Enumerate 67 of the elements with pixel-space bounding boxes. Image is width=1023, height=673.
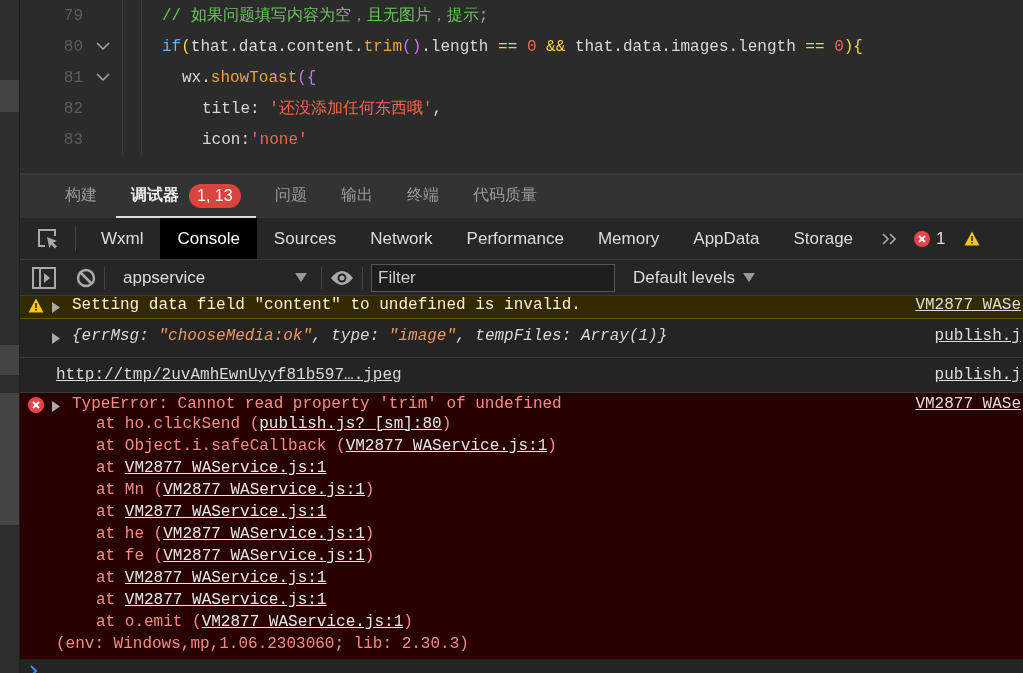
file-link[interactable]: VM2877 WAService.js:1 (201, 613, 404, 631)
error-count: 1 (936, 228, 946, 249)
eye-icon[interactable] (330, 269, 354, 286)
source-link[interactable]: VM2877 WASe (915, 395, 1023, 413)
file-link[interactable]: VM2877 WAService.js:1 (124, 503, 327, 521)
panel-tab[interactable]: 问题 (259, 175, 322, 218)
devtools-tab[interactable]: AppData (676, 218, 777, 259)
stack-line: at VM2877 WAService.js:1 (95, 502, 328, 523)
caret-icon (743, 273, 756, 282)
stack-line: at VM2877 WAService.js:1 (95, 590, 328, 611)
code-line: // 如果问题填写内容为空，且无图片，提示; (161, 5, 489, 26)
file-link[interactable]: VM2877 WAService.js:1 (124, 569, 327, 587)
sidebar-toggle-icon[interactable] (32, 266, 56, 289)
devtools-tab[interactable]: Sources (256, 218, 354, 259)
devtools-tab[interactable]: Storage (776, 218, 871, 259)
source-link[interactable]: VM2877 WASe (915, 296, 1023, 314)
devtools-tab[interactable]: Performance (449, 218, 581, 259)
code-line: title: '还没添加任何东西哦', (201, 98, 443, 119)
code-line: wx.showToast({ (181, 68, 317, 87)
error-icon (914, 230, 931, 247)
panel-tab[interactable]: 代码质量 (457, 175, 552, 218)
env-info: (env: Windows,mp,1.06.2303060; lib: 2.30.3) (56, 634, 470, 655)
devtools-tab[interactable]: Memory (580, 218, 677, 259)
stack-line: at Object.i.safeCallback (VM2877 WAService.js:1) (95, 436, 558, 457)
clear-console-icon[interactable] (76, 267, 96, 288)
levels-dropdown[interactable]: Default levels (627, 266, 762, 289)
expand-triangle-icon[interactable] (52, 302, 60, 313)
file-link[interactable]: VM2877 WAService.js:1 (345, 437, 548, 455)
panel-tab[interactable]: 终端 (391, 175, 454, 218)
expand-triangle-icon[interactable] (52, 333, 60, 344)
url-link[interactable]: http://tmp/2uvAmhEwnUyyf81b597….jpeg (56, 366, 935, 384)
source-link[interactable]: publish.j (934, 366, 1023, 384)
stack-line: at VM2877 WAService.js:1 (95, 568, 328, 589)
stack-line: at fe (VM2877 WAService.js:1) (95, 546, 376, 567)
file-link[interactable]: publish.js? [sm]:80 (259, 415, 442, 433)
stack-line: at VM2877 WAService.js:1 (95, 458, 328, 479)
count-badge: 1, 13 (189, 183, 241, 208)
devtools-tab[interactable]: Network (353, 218, 450, 259)
stack-line: at he (VM2877 WAService.js:1) (95, 524, 376, 545)
fold-chevron-icon[interactable] (95, 42, 110, 51)
panel-tab[interactable]: 输出 (325, 175, 388, 218)
source-link[interactable]: publish.j (934, 327, 1023, 345)
file-link[interactable]: VM2877 WAService.js:1 (163, 525, 365, 543)
inspect-icon[interactable] (36, 227, 59, 250)
file-link[interactable]: VM2877 WAService.js:1 (124, 459, 327, 477)
caret-icon (295, 273, 307, 282)
error-icon (28, 397, 44, 413)
code-line: if(that.data.content.trim().length == 0 && that.data.images.length == 0){ (161, 37, 863, 56)
context-select[interactable]: appservice (113, 267, 313, 288)
fold-chevron-icon[interactable] (95, 73, 110, 82)
filter-field[interactable]: Filter (371, 263, 615, 292)
warning-icon (963, 231, 980, 246)
devtools-tab[interactable]: Wxml (84, 218, 161, 259)
console-message: {errMsg: "chooseMedia:ok", type: "image", tempFiles: Array(1)} (72, 327, 669, 345)
stack-line: at ho.clickSend (publish.js? [sm]:80) (95, 414, 453, 435)
console-message: TypeError: Cannot read property 'trim' of undefined (72, 395, 563, 413)
stack-line: at Mn (VM2877 WAService.js:1) (95, 480, 376, 501)
code-line: icon:'none' (201, 130, 308, 149)
file-link[interactable]: VM2877 WAService.js:1 (163, 481, 365, 499)
file-link[interactable]: VM2877 WAService.js:1 (124, 591, 327, 609)
devtools-tab[interactable]: Console (160, 218, 257, 259)
console-message: Setting data field "content" to undefined is invalid. (72, 296, 582, 314)
file-link[interactable]: VM2877 WAService.js:1 (163, 547, 365, 565)
panel-tab[interactable]: 构建 (50, 175, 112, 218)
expand-triangle-icon[interactable] (52, 401, 60, 412)
more-tabs-icon[interactable] (882, 232, 897, 245)
stack-line: at o.emit (VM2877 WAService.js:1) (95, 612, 414, 633)
